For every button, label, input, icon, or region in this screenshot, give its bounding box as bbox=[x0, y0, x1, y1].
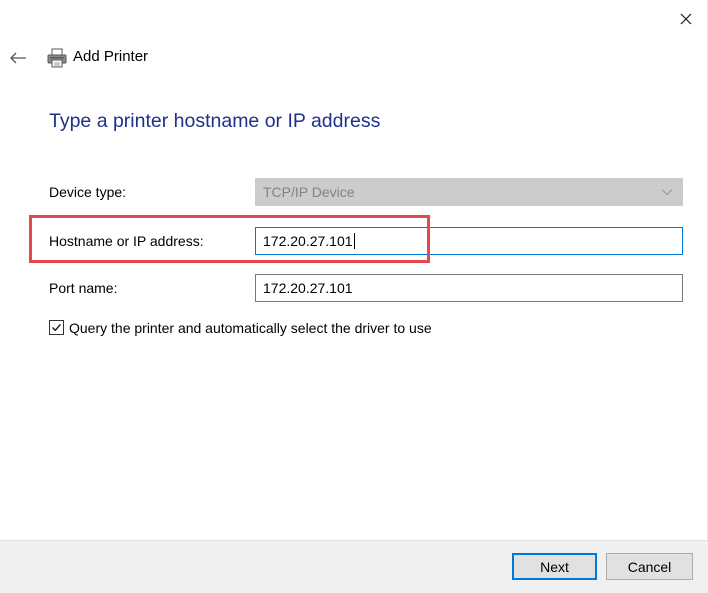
device-type-label: Device type: bbox=[49, 184, 127, 200]
chevron-down-icon bbox=[661, 189, 673, 196]
query-printer-label[interactable]: Query the printer and automatically sele… bbox=[69, 320, 432, 336]
printer-icon bbox=[47, 48, 67, 68]
text-cursor bbox=[353, 233, 355, 249]
port-name-value: 172.20.27.101 bbox=[263, 280, 353, 296]
next-button[interactable]: Next bbox=[512, 553, 597, 580]
cancel-button[interactable]: Cancel bbox=[606, 553, 693, 580]
add-printer-dialog: Add Printer Type a printer hostname or I… bbox=[0, 0, 708, 593]
wizard-title: Add Printer bbox=[73, 48, 149, 65]
close-button[interactable] bbox=[672, 6, 700, 32]
port-name-label: Port name: bbox=[49, 280, 118, 296]
dialog-footer bbox=[0, 540, 708, 593]
port-name-input[interactable]: 172.20.27.101 bbox=[255, 274, 683, 302]
hostname-value: 172.20.27.101 bbox=[263, 233, 353, 249]
query-printer-checkbox[interactable] bbox=[49, 320, 64, 335]
device-type-value: TCP/IP Device bbox=[263, 184, 355, 200]
device-type-select[interactable]: TCP/IP Device bbox=[255, 178, 683, 206]
checkmark-icon bbox=[52, 323, 62, 332]
back-arrow-icon bbox=[10, 52, 26, 64]
hostname-input[interactable]: 172.20.27.101 bbox=[255, 227, 683, 255]
close-icon bbox=[680, 13, 692, 25]
back-button[interactable] bbox=[6, 46, 30, 70]
hostname-label: Hostname or IP address: bbox=[49, 233, 204, 249]
page-heading: Type a printer hostname or IP address bbox=[49, 110, 381, 132]
